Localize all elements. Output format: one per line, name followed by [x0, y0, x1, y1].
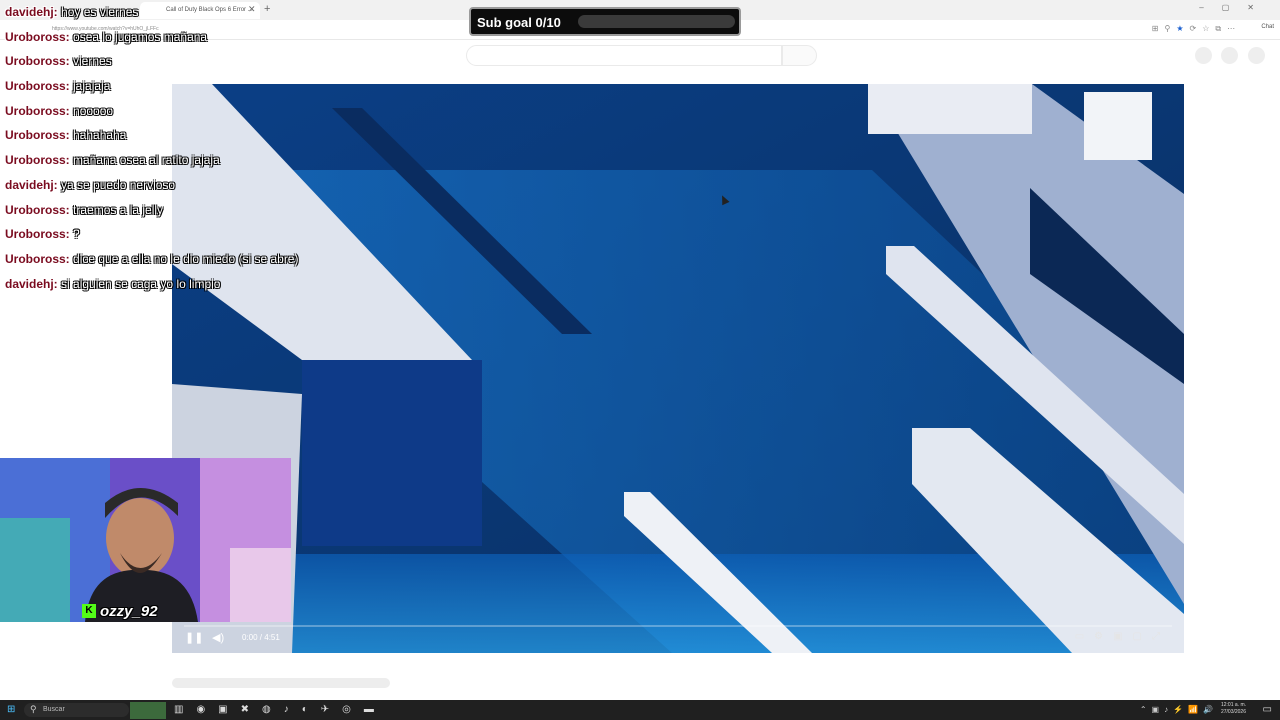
windows-taskbar: ⊞ ⚲ Buscar ▥◉▣✖◍♪◐✈◎▬ ⌃▣♪⚡📶🔊 12:01 a. m.…: [0, 700, 1280, 720]
search-icon: ⚲: [30, 704, 37, 714]
chat-username: davidehj:: [5, 5, 58, 19]
chat-username: Uroboross:: [5, 54, 70, 69]
chat-text: nooooo: [73, 103, 114, 118]
taskbar-app-icons[interactable]: ▥◉▣✖◍♪◐✈◎▬: [174, 704, 387, 715]
chat-message: Uroboross: viernes: [5, 54, 405, 79]
chat-username: davidehj:: [5, 177, 58, 192]
chat-message: davidehj: hoy es viernes: [5, 5, 405, 30]
taskbar-search-input[interactable]: ⚲ Buscar: [24, 703, 129, 717]
screen: Call of Duty Black Ops 6 Error ... ✕ + –…: [0, 0, 1280, 720]
chat-username: Uroboross:: [5, 153, 70, 168]
toolbar-icons[interactable]: ⊞⚲★⟳☆⧉⋯: [1152, 24, 1274, 34]
start-menu-icon[interactable]: ⊞: [7, 704, 15, 715]
sub-goal-progress-bar: [578, 15, 735, 28]
chat-text: viernes: [73, 54, 112, 69]
chat-username: Uroboross:: [5, 227, 70, 242]
notification-icon[interactable]: ▭: [1263, 704, 1272, 715]
chat-username: Uroboross:: [5, 79, 70, 94]
header-icon-placeholder[interactable]: [1221, 47, 1238, 64]
video-progress-bar[interactable]: [184, 625, 1172, 627]
webcam-feed: K ozzy_92: [0, 458, 291, 622]
chat-message: Uroboross: jajajaja: [5, 79, 405, 104]
chat-text: ?: [73, 227, 80, 242]
clock-date: 27/03/2026: [1220, 709, 1246, 715]
chat-username: Uroboross:: [5, 251, 70, 266]
chat-username: davidehj:: [5, 276, 58, 291]
chat-message: Uroboross: dice que a ella no le dio mie…: [5, 252, 405, 277]
kick-logo-icon: K: [82, 604, 96, 618]
system-tray-icons[interactable]: ⌃▣♪⚡📶🔊: [1140, 705, 1218, 714]
taskbar-clock[interactable]: 12:01 a. m. 27/03/2026: [1214, 702, 1246, 716]
window-controls[interactable]: –▢✕: [1199, 3, 1272, 12]
video-time: 0:00 / 4:51: [242, 633, 280, 642]
youtube-search-input[interactable]: [466, 45, 782, 66]
chat-text: traemos a la jelly: [73, 202, 164, 217]
chat-text: si alguien se caga yo lo limpio: [61, 276, 221, 291]
chat-text: hahahaha: [73, 128, 127, 143]
stream-chat-overlay: davidehj: hoy es viernes Uroboross: osea …: [5, 5, 405, 301]
player-controls: ❚❚ ◀) 0:00 / 4:51 ▭⚙▣▢⤢: [172, 621, 1184, 653]
chat-username: Uroboross:: [5, 29, 70, 44]
clock-time: 12:01 a. m.: [1220, 702, 1246, 708]
chat-message: Uroboross: traemos a la jelly: [5, 203, 405, 228]
header-icon-placeholder[interactable]: [1248, 47, 1265, 64]
taskbar-search-label: Buscar: [43, 706, 65, 713]
chat-message: davidehj: ya se puedo nervioso: [5, 178, 405, 203]
youtube-search-button[interactable]: [782, 45, 817, 66]
chat-text: hoy es viernes: [61, 5, 139, 19]
sub-goal-widget: Sub goal 0/10: [469, 7, 741, 36]
streamer-name: ozzy_92: [100, 603, 158, 620]
title-placeholder: [172, 678, 390, 688]
sub-goal-label: Sub goal 0/10: [477, 15, 561, 30]
favorite-star-icon[interactable]: ★: [1176, 24, 1189, 33]
chat-message: Uroboross: nooooo: [5, 104, 405, 129]
chat-message: davidehj: si alguien se caga yo lo limpi…: [5, 277, 405, 302]
chat-username: Uroboross:: [5, 103, 70, 118]
chat-text: mañana osea al ratito jajaja: [73, 153, 220, 168]
player-right-controls[interactable]: ▭⚙▣▢⤢: [1075, 631, 1170, 642]
chat-username: Uroboross:: [5, 202, 70, 217]
header-icon-placeholder[interactable]: [1195, 47, 1212, 64]
taskbar-widget-thumbnail[interactable]: [130, 702, 166, 719]
chat-text: ya se puedo nervioso: [61, 177, 176, 192]
chat-text: jajajaja: [73, 79, 111, 94]
copilot-chat-button[interactable]: Chat: [1261, 24, 1274, 30]
chat-text: osea lo jugamos mañana: [73, 29, 208, 44]
chat-message: Uroboross: hahahaha: [5, 128, 405, 153]
pause-icon[interactable]: ❚❚: [185, 631, 203, 644]
chat-username: Uroboross:: [5, 128, 70, 143]
chat-message: Uroboross: mañana osea al ratito jajaja: [5, 153, 405, 178]
chat-message: Uroboross: ?: [5, 227, 405, 252]
volume-icon[interactable]: ◀): [212, 631, 224, 644]
chat-message: Uroboross: osea lo jugamos mañana: [5, 30, 405, 55]
chat-text: dice que a ella no le dio miedo (si se a…: [73, 251, 299, 266]
webcam-image: [0, 458, 291, 622]
